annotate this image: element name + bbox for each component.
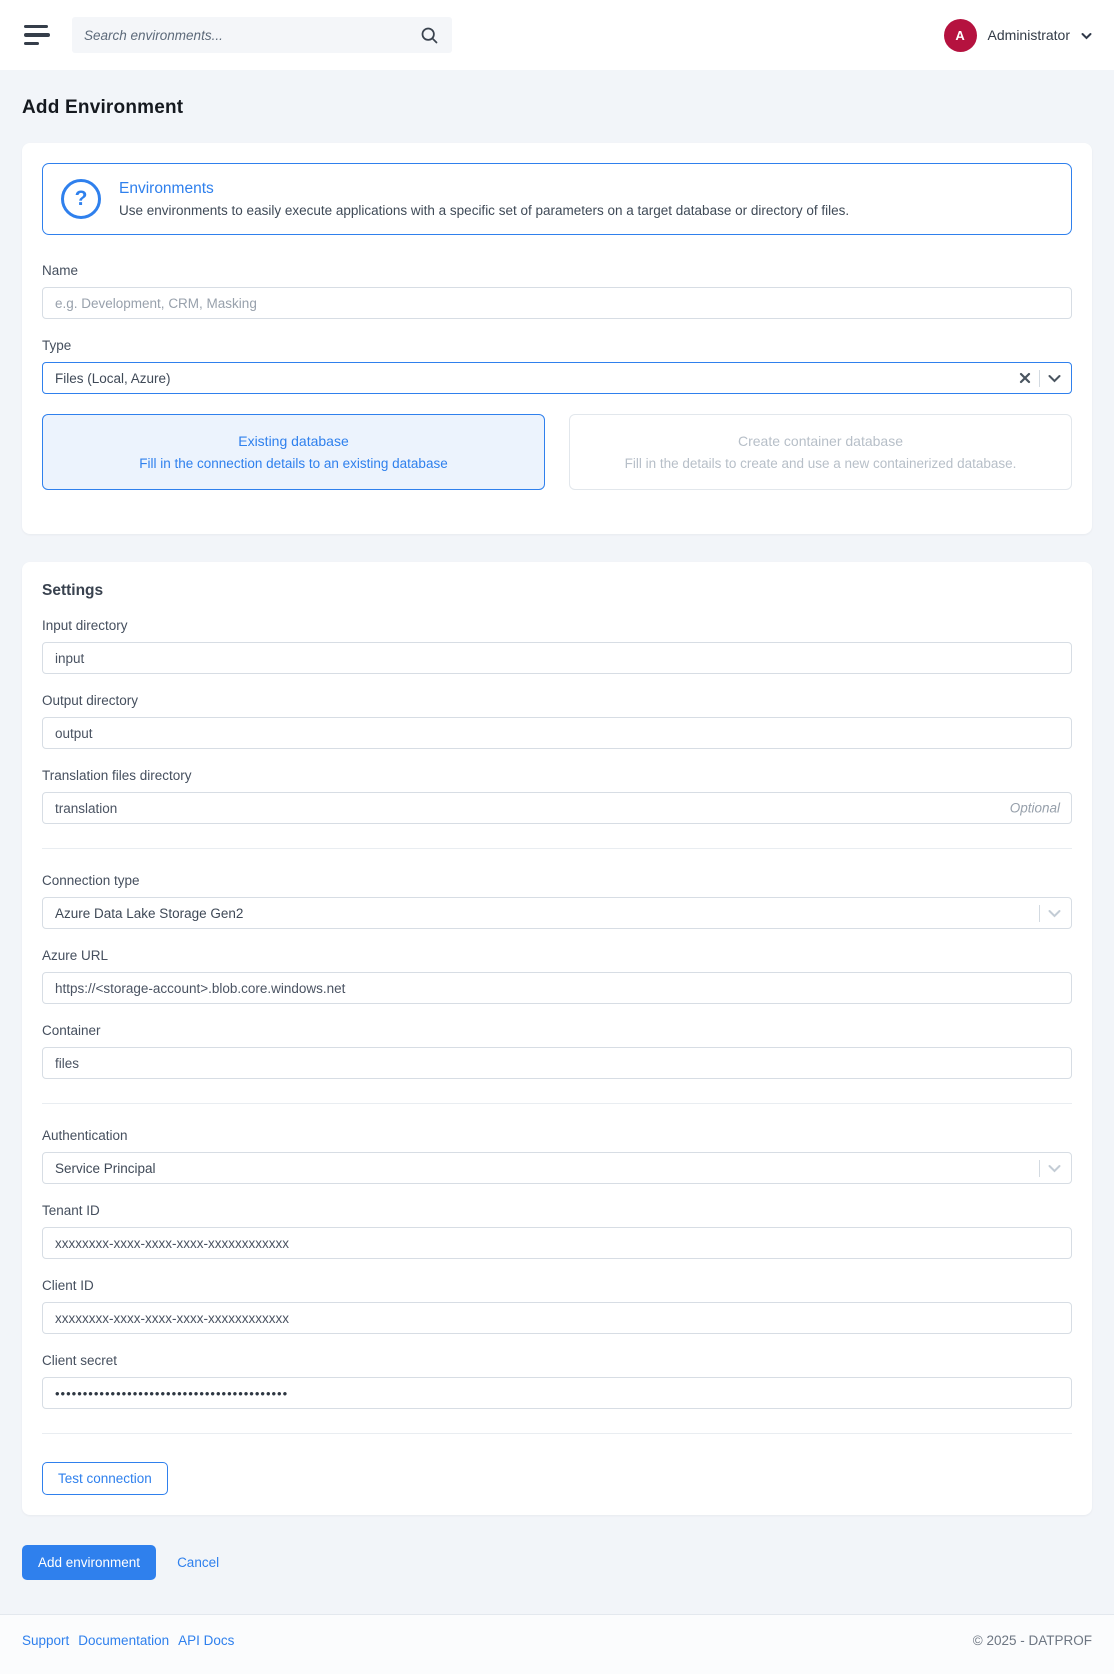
- connection-type-group: Connection type Azure Data Lake Storage …: [42, 873, 1072, 929]
- user-name: Administrator: [987, 27, 1070, 43]
- option-description: Fill in the details to create and use a …: [624, 456, 1017, 471]
- info-description: Use environments to easily execute appli…: [119, 203, 850, 218]
- name-field-group: Name: [42, 263, 1072, 319]
- translation-directory-label: Translation files directory: [42, 768, 192, 783]
- app-header: A Administrator: [0, 0, 1114, 70]
- authentication-group: Authentication Service Principal: [42, 1128, 1072, 1184]
- input-directory-input[interactable]: [42, 642, 1072, 674]
- translation-directory-group: Translation files directory Optional: [42, 768, 1072, 824]
- info-text: Environments Use environments to easily …: [119, 180, 849, 218]
- documentation-link[interactable]: Documentation: [78, 1633, 169, 1648]
- divider: [42, 848, 1072, 849]
- connection-type-select[interactable]: Azure Data Lake Storage Gen2: [42, 897, 1072, 929]
- type-label: Type: [42, 338, 72, 353]
- divider: [42, 1103, 1072, 1104]
- page-title: Add Environment: [22, 97, 184, 118]
- output-directory-label: Output directory: [42, 693, 139, 708]
- client-secret-label: Client secret: [42, 1353, 118, 1368]
- support-link[interactable]: Support: [22, 1633, 69, 1648]
- container-input[interactable]: [42, 1047, 1072, 1079]
- azure-url-group: Azure URL: [42, 948, 1072, 1004]
- name-label: Name: [42, 263, 79, 278]
- menu-icon[interactable]: [22, 21, 52, 50]
- type-field-group: Type Files (Local, Azure): [42, 338, 1072, 394]
- copyright-text: © 2025 - DATPROF: [972, 1633, 1092, 1648]
- connection-type-value: Azure Data Lake Storage Gen2: [55, 905, 244, 921]
- form-actions: Add environment Cancel: [22, 1545, 1092, 1580]
- chevron-down-icon: [1081, 28, 1092, 43]
- info-box: ? Environments Use environments to easil…: [42, 163, 1072, 235]
- help-icon: ?: [61, 179, 101, 219]
- select-divider: [1039, 904, 1040, 922]
- select-divider: [1039, 369, 1040, 387]
- api-docs-link[interactable]: API Docs: [178, 1633, 234, 1648]
- tenant-id-input[interactable]: [42, 1227, 1072, 1259]
- translation-directory-input[interactable]: [42, 792, 1072, 824]
- container-label: Container: [42, 1023, 101, 1038]
- option-container-database[interactable]: Create container database Fill in the de…: [569, 414, 1072, 490]
- user-menu[interactable]: A Administrator: [943, 18, 1092, 52]
- connection-type-label: Connection type: [42, 873, 140, 888]
- client-id-group: Client ID: [42, 1278, 1072, 1334]
- environment-card: ? Environments Use environments to easil…: [22, 143, 1092, 534]
- authentication-value: Service Principal: [55, 1160, 156, 1176]
- option-title: Create container database: [738, 433, 903, 449]
- avatar[interactable]: A: [943, 18, 977, 52]
- input-directory-group: Input directory: [42, 618, 1072, 674]
- output-directory-input[interactable]: [42, 717, 1072, 749]
- azure-url-label: Azure URL: [42, 948, 109, 963]
- tenant-id-label: Tenant ID: [42, 1203, 100, 1218]
- output-directory-group: Output directory: [42, 693, 1072, 749]
- authentication-select[interactable]: Service Principal: [42, 1152, 1072, 1184]
- type-select[interactable]: Files (Local, Azure): [42, 362, 1072, 394]
- test-connection-button[interactable]: Test connection: [42, 1462, 168, 1495]
- input-directory-label: Input directory: [42, 618, 128, 633]
- main-content: Add Environment ? Environments Use envir…: [0, 70, 1114, 1614]
- option-description: Fill in the connection details to an exi…: [139, 456, 448, 471]
- tenant-id-group: Tenant ID: [42, 1203, 1072, 1259]
- container-group: Container: [42, 1023, 1072, 1079]
- chevron-down-icon[interactable]: [1048, 1164, 1061, 1173]
- type-select-value: Files (Local, Azure): [55, 370, 171, 386]
- chevron-down-icon[interactable]: [1048, 909, 1061, 918]
- footer-links: Support Documentation API Docs: [22, 1633, 234, 1648]
- option-existing-database[interactable]: Existing database Fill in the connection…: [42, 414, 545, 490]
- add-environment-button[interactable]: Add environment: [22, 1545, 157, 1580]
- authentication-label: Authentication: [42, 1128, 128, 1143]
- search-box[interactable]: [72, 17, 452, 53]
- database-option-grid: Existing database Fill in the connection…: [42, 414, 1072, 490]
- info-title: Environments: [119, 180, 214, 197]
- search-icon[interactable]: [419, 25, 440, 46]
- client-secret-input[interactable]: [42, 1377, 1072, 1409]
- select-divider: [1039, 1159, 1040, 1177]
- cancel-link[interactable]: Cancel: [177, 1555, 219, 1570]
- azure-url-input[interactable]: [42, 972, 1072, 1004]
- client-id-label: Client ID: [42, 1278, 94, 1293]
- divider: [42, 1433, 1072, 1434]
- option-title: Existing database: [238, 433, 349, 449]
- client-secret-group: Client secret: [42, 1353, 1072, 1409]
- chevron-down-icon[interactable]: [1048, 374, 1061, 383]
- name-input[interactable]: [42, 287, 1072, 319]
- client-id-input[interactable]: [42, 1302, 1072, 1334]
- search-input[interactable]: [84, 27, 419, 43]
- settings-heading: Settings: [42, 582, 104, 599]
- app-footer: Support Documentation API Docs © 2025 - …: [0, 1614, 1114, 1674]
- clear-icon[interactable]: [1019, 372, 1031, 384]
- settings-card: Settings Input directory Output director…: [22, 562, 1092, 1515]
